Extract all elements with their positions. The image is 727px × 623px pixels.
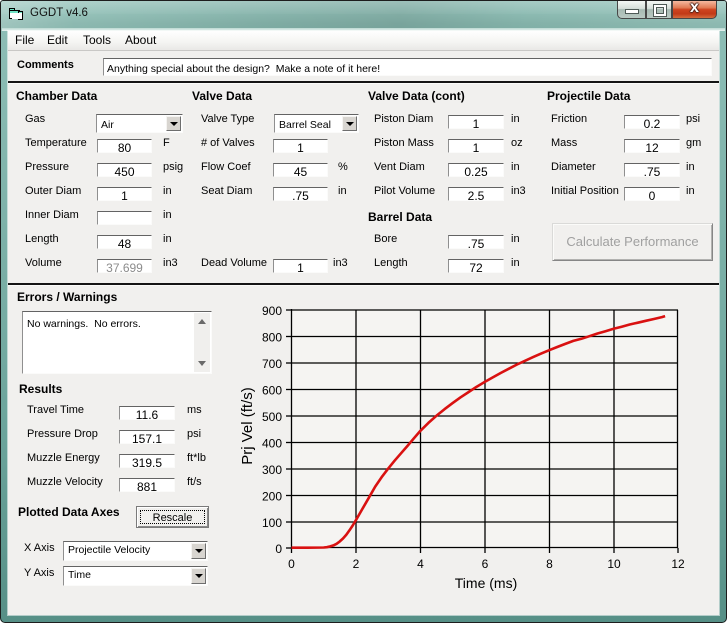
svg-text:2: 2: [353, 557, 360, 571]
svg-text:700: 700: [262, 357, 282, 371]
svg-text:300: 300: [262, 463, 282, 477]
svg-text:500: 500: [262, 410, 282, 424]
svg-text:Prj Vel (ft/s): Prj Vel (ft/s): [239, 387, 256, 465]
svg-text:100: 100: [262, 516, 282, 530]
svg-text:0: 0: [275, 542, 282, 556]
svg-text:900: 900: [262, 304, 282, 318]
svg-text:800: 800: [262, 331, 282, 345]
svg-text:400: 400: [262, 437, 282, 451]
svg-text:4: 4: [417, 557, 424, 571]
svg-text:10: 10: [607, 557, 621, 571]
svg-text:200: 200: [262, 490, 282, 504]
svg-text:8: 8: [546, 557, 553, 571]
svg-text:Time (ms): Time (ms): [455, 575, 517, 591]
svg-text:600: 600: [262, 384, 282, 398]
svg-text:0: 0: [288, 557, 295, 571]
svg-text:12: 12: [671, 557, 685, 571]
svg-text:6: 6: [482, 557, 489, 571]
